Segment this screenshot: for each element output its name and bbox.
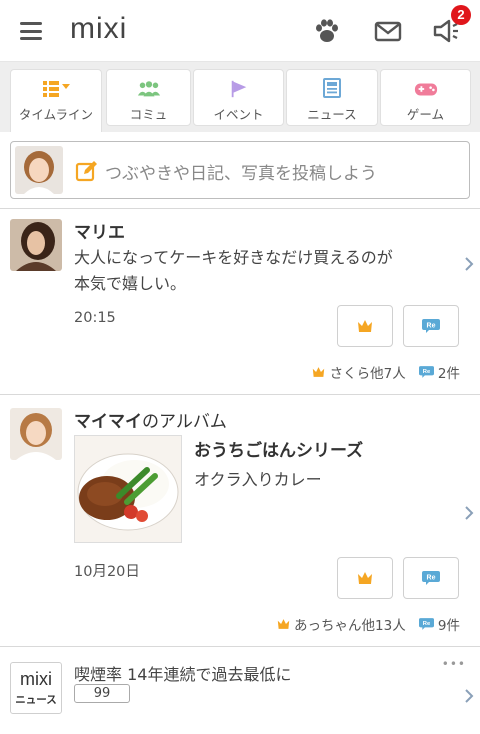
reply-icon: Re	[422, 571, 440, 585]
tab-timeline[interactable]: タイムライン	[10, 69, 102, 132]
album-suffix: のアルバム	[142, 412, 227, 432]
comments-text[interactable]: 2件	[438, 362, 460, 382]
reply-button[interactable]: Re	[403, 305, 459, 347]
tab-events[interactable]: イベント	[193, 69, 284, 126]
gamepad-icon	[414, 83, 437, 96]
paw-icon[interactable]	[312, 16, 342, 46]
tab-news[interactable]: ニュース	[286, 69, 378, 126]
news-comment-count[interactable]: 99	[74, 684, 130, 703]
crown-like-icon	[313, 367, 325, 377]
tab-community[interactable]: コミュ	[106, 69, 191, 126]
likes-text[interactable]: さくら他7人	[330, 362, 406, 382]
crown-like-icon	[358, 320, 372, 332]
tab-bar: タイムライン コミュ イベント ニュース ゲーム	[0, 62, 480, 132]
avatar[interactable]	[10, 408, 62, 460]
post-stats: あっちゃん他13人 Re 9件	[277, 614, 460, 634]
tab-games[interactable]: ゲーム	[380, 69, 471, 126]
tab-label: ニュース	[307, 107, 357, 122]
reply-button[interactable]: Re	[403, 557, 459, 599]
crown-like-icon	[358, 572, 372, 584]
like-button[interactable]	[337, 557, 393, 599]
mixi-logo[interactable]: mixi	[70, 12, 127, 46]
app-header: mixi 2	[0, 0, 480, 62]
chevron-right-icon[interactable]	[464, 256, 474, 272]
tab-label: ゲーム	[406, 107, 445, 122]
likes-text[interactable]: あっちゃん他13人	[294, 614, 406, 634]
chevron-right-icon[interactable]	[464, 505, 474, 521]
tab-label: コミュ	[129, 107, 168, 122]
post-author[interactable]: マイマイのアルバム	[74, 407, 227, 432]
tab-label: イベント	[213, 107, 264, 122]
menu-icon[interactable]	[20, 22, 42, 40]
more-options-icon[interactable]: •••	[442, 657, 466, 671]
compose-placeholder: つぶやきや日記、写真を投稿しよう	[105, 164, 377, 184]
album-title[interactable]: おうちごはんシリーズ	[194, 436, 363, 461]
post-time: 10月20日	[74, 564, 140, 580]
author-name[interactable]: マイマイ	[74, 412, 142, 432]
notification-badge: 2	[451, 5, 471, 25]
post-author[interactable]: マリエ	[74, 218, 125, 243]
svg-text:Re: Re	[427, 575, 436, 582]
curry-photo	[75, 436, 181, 542]
mail-icon[interactable]	[373, 16, 403, 46]
reply-icon: Re	[422, 319, 440, 333]
tab-label: タイムライン	[18, 107, 94, 122]
community-icon	[137, 81, 160, 97]
news-title[interactable]: 喫煙率 14年連続で過去最低に	[74, 661, 291, 685]
post-text-line: 大人になってケーキを好きなだけ買えるのが	[74, 248, 393, 267]
crown-like-icon	[277, 619, 289, 629]
reply-icon: Re	[418, 618, 434, 630]
flag-icon	[231, 80, 246, 98]
svg-text:Re: Re	[422, 621, 430, 627]
post-stats: さくら他7人 Re 2件	[312, 362, 460, 382]
divider	[0, 646, 480, 647]
news-logo-top: mixi	[20, 669, 52, 689]
like-button[interactable]	[337, 305, 393, 347]
post-text-line: 本気で嬉しい。	[74, 274, 187, 293]
compose-box[interactable]: つぶやきや日記、写真を投稿しよう	[10, 141, 470, 199]
post-time: 20:15	[74, 310, 116, 326]
chevron-right-icon[interactable]	[464, 688, 474, 704]
news-icon	[323, 78, 341, 98]
user-avatar[interactable]	[15, 146, 63, 194]
pencil-icon	[75, 161, 97, 182]
news-logo-bottom: ニュース	[15, 694, 57, 706]
divider	[0, 208, 480, 209]
mixi-news-logo: mixi ニュース	[10, 662, 62, 714]
album-subtitle: オクラ入りカレー	[194, 470, 322, 489]
svg-text:Re: Re	[427, 323, 436, 330]
comments-text[interactable]: 9件	[438, 614, 460, 634]
reply-icon: Re	[418, 366, 434, 378]
svg-text:Re: Re	[422, 369, 430, 375]
post-text: 大人になってケーキを好きなだけ買えるのが 本気で嬉しい。	[74, 245, 444, 297]
timeline-icon	[43, 81, 70, 97]
avatar[interactable]	[10, 219, 62, 271]
album-thumbnail[interactable]	[74, 435, 182, 543]
divider	[0, 394, 480, 395]
